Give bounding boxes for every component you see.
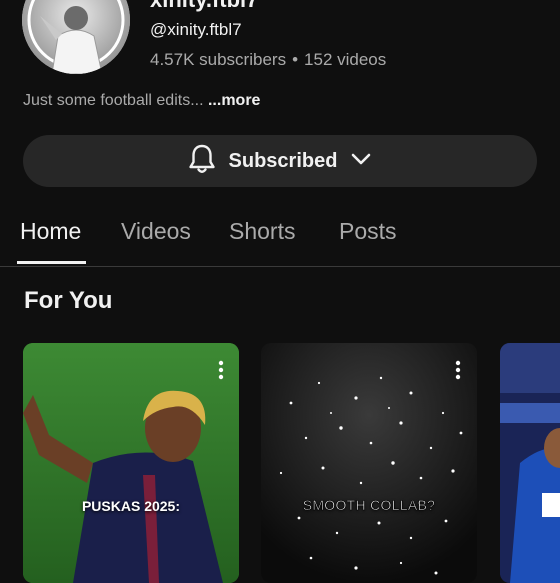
short-thumbnail <box>261 343 477 583</box>
more-options-icon[interactable] <box>211 359 231 381</box>
subscriber-count: 4.57K subscribers <box>150 50 287 69</box>
channel-handle: @xinity.ftbl7 <box>150 20 242 39</box>
tab-posts[interactable]: Posts <box>339 218 397 245</box>
tab-home[interactable]: Home <box>20 218 81 245</box>
more-options-icon[interactable] <box>448 359 468 381</box>
subscribed-button[interactable]: Subscribed <box>23 135 537 187</box>
channel-avatar[interactable] <box>22 0 130 74</box>
channel-tabs: Home Videos Shorts Posts <box>0 210 560 267</box>
bell-icon <box>187 143 217 180</box>
stats-separator: • <box>292 50 299 69</box>
short-title: PUSKAS 2025: <box>81 498 181 514</box>
tab-shorts[interactable]: Shorts <box>229 218 295 245</box>
video-count: 152 videos <box>304 50 387 69</box>
short-card[interactable]: PUSKAS 2025: <box>23 343 239 583</box>
short-thumbnail <box>23 343 239 583</box>
channel-stats: 4.57K subscribers • 152 videos <box>150 50 386 70</box>
description-text: Just some football edits... <box>23 92 204 109</box>
more-link[interactable]: ...more <box>208 92 260 109</box>
short-card[interactable] <box>500 343 560 583</box>
subscribed-label: Subscribed <box>228 149 338 172</box>
active-tab-indicator <box>17 261 86 264</box>
short-card[interactable]: SMOOTH COLLAB? <box>261 343 477 583</box>
section-title: For You <box>24 287 113 314</box>
short-title: SMOOTH COLLAB? <box>302 497 436 514</box>
short-thumbnail <box>500 343 560 583</box>
tab-videos[interactable]: Videos <box>121 218 191 245</box>
channel-name: xinity.ftbl7 <box>150 0 258 13</box>
channel-description[interactable]: Just some football edits... ...more <box>23 92 260 110</box>
chevron-down-icon <box>349 147 373 176</box>
